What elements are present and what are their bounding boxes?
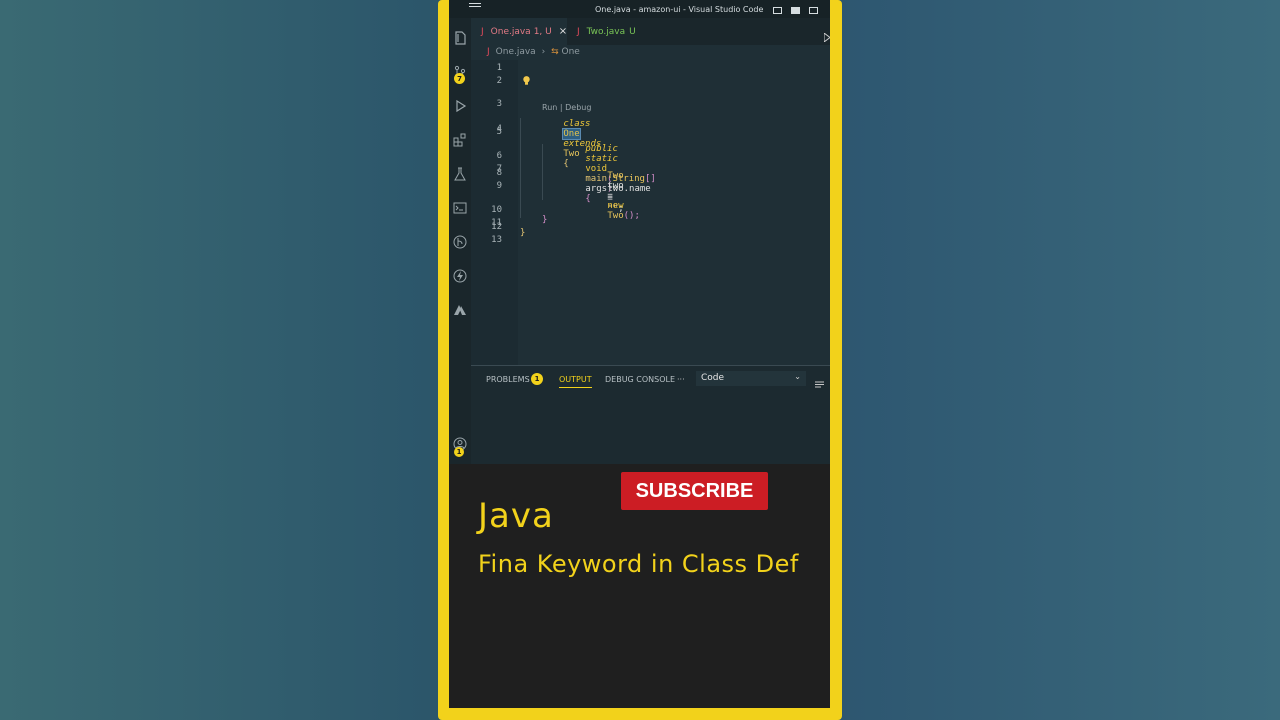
output-channel-value: Code	[701, 373, 725, 383]
code-line: 9	[496, 181, 502, 191]
chevron-down-icon: ⌄	[794, 372, 801, 381]
more-actions-icon[interactable]: ···	[677, 375, 685, 384]
code-line: 8	[496, 168, 502, 178]
vscode-window: One.java - amazon-ui - Visual Studio Cod…	[449, 0, 830, 708]
panel-toggle-icon[interactable]	[791, 7, 800, 14]
sidebar-toggle-icon[interactable]	[809, 7, 818, 14]
output-menu-icon[interactable]	[815, 374, 824, 388]
tab-label: One.java	[490, 26, 531, 37]
promo-subtitle: Fina Keyword in Class Def	[478, 550, 799, 578]
code-line: 12	[491, 222, 502, 232]
java-file-icon: J	[481, 26, 484, 37]
activity-bar: 7 1	[449, 18, 471, 464]
tab-debug-console[interactable]: DEBUG CONSOLE	[605, 375, 675, 384]
output-channel-select[interactable]: Code ⌄	[696, 371, 806, 386]
java-file-icon: J	[577, 26, 580, 37]
code-line: 13	[491, 235, 502, 245]
explorer-icon[interactable]	[452, 30, 468, 46]
code-line: 2	[496, 76, 502, 86]
code-line: 7 two.name = "";	[496, 164, 651, 214]
thunder-client-icon[interactable]	[452, 268, 468, 284]
extensions-icon[interactable]	[452, 132, 468, 148]
breadcrumb: J One.java › ⇆ One	[487, 47, 580, 57]
tab-status: U	[629, 26, 636, 37]
run-file-icon[interactable]	[823, 27, 830, 43]
code-line: 11 }	[491, 218, 526, 238]
code-line: 6 Two two = new Two();	[496, 151, 640, 221]
subscribe-button[interactable]: SUBSCRIBE	[621, 472, 768, 510]
git-graph-icon[interactable]	[452, 234, 468, 250]
tab-output[interactable]: OUTPUT	[559, 375, 592, 388]
breadcrumb-file[interactable]: One.java	[496, 47, 536, 57]
window-title: One.java - amazon-ui - Visual Studio Cod…	[595, 5, 764, 14]
code-line: 3 class One extends Two {	[496, 99, 602, 169]
java-file-icon: J	[487, 47, 490, 57]
testing-icon[interactable]	[452, 166, 468, 182]
source-control-badge: 7	[454, 73, 465, 84]
layout-toggle-icon[interactable]	[773, 7, 782, 14]
problems-count-badge: 1	[531, 373, 543, 385]
menu-icon[interactable]	[469, 3, 481, 11]
code-line: 5	[496, 127, 502, 137]
bottom-panel: PROBLEMS 1 OUTPUT DEBUG CONSOLE ··· Code…	[471, 365, 830, 464]
title-bar: One.java - amazon-ui - Visual Studio Cod…	[449, 0, 830, 18]
promo-title: Java	[478, 496, 554, 536]
promo-banner: SUBSCRIBE Java Fina Keyword in Class Def	[449, 464, 830, 708]
run-debug-icon[interactable]	[452, 98, 468, 114]
code-line: 10 }	[491, 205, 548, 225]
terminal-icon[interactable]	[452, 200, 468, 216]
close-icon[interactable]: ×	[559, 26, 567, 37]
breadcrumb-symbol[interactable]: One	[561, 47, 579, 57]
tab-label: Two.java	[586, 26, 626, 37]
code-editor[interactable]: Run | Debug 1 2 3 class One extends Two …	[471, 60, 830, 365]
azure-icon[interactable]	[452, 302, 468, 318]
tab-one-java[interactable]: J One.java 1, U ×	[471, 18, 567, 45]
class-symbol-icon: ⇆	[551, 47, 559, 57]
tab-status: 1, U	[533, 26, 552, 37]
breadcrumb-separator: ›	[541, 47, 546, 57]
tab-two-java[interactable]: J Two.java U	[567, 18, 646, 45]
editor-tabs: J One.java 1, U × J Two.java U	[471, 18, 830, 45]
code-line: 4 public static void main(String[] args)…	[496, 124, 656, 204]
tab-problems[interactable]: PROBLEMS	[486, 375, 530, 384]
code-line: 1	[496, 63, 502, 73]
accounts-badge: 1	[454, 447, 464, 457]
